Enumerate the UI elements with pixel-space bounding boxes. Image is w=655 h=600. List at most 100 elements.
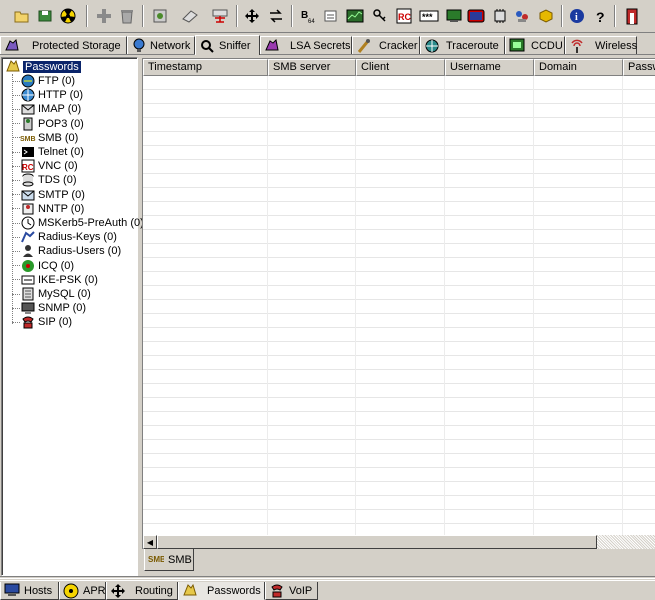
tree-item-label: ICQ (0)	[38, 259, 75, 272]
base64-icon[interactable]: B 64	[298, 6, 318, 26]
password-mask-icon[interactable]: ***	[419, 6, 439, 26]
tab-traceroute[interactable]: Traceroute	[420, 36, 505, 54]
passwords-icon	[182, 583, 198, 599]
display-icon[interactable]	[466, 6, 486, 26]
tree-item-radius-keys[interactable]: Radius-Keys (0)	[12, 230, 117, 244]
tab-lsa-secrets[interactable]: LSA Secrets	[260, 36, 352, 54]
tree-item-snmp[interactable]: SNMP (0)	[12, 301, 86, 315]
tree-item-smb[interactable]: SMB SMB (0)	[12, 131, 78, 145]
tab-label: SMB	[168, 553, 192, 566]
tree-root-passwords[interactable]: Passwords	[5, 59, 82, 74]
tab-label: APR	[83, 584, 106, 597]
grid-body[interactable]	[143, 76, 655, 536]
column-header-username[interactable]: Username	[445, 59, 534, 76]
tree-item-ike-psk[interactable]: IKE-PSK (0)	[12, 273, 98, 287]
column-header-domain[interactable]: Domain	[534, 59, 623, 76]
scroll-thumb[interactable]	[157, 535, 597, 549]
tree-item-http[interactable]: HTTP (0)	[12, 88, 83, 102]
network-user-icon[interactable]	[512, 6, 532, 26]
radiation-icon[interactable]	[58, 6, 78, 26]
connect-icon[interactable]	[180, 6, 200, 26]
info-icon[interactable]: i	[567, 6, 587, 26]
swap-icon[interactable]	[266, 6, 286, 26]
tab-smb[interactable]: SMB SMB	[144, 549, 194, 571]
tab-hosts[interactable]: Hosts	[0, 582, 59, 600]
key-icon[interactable]	[370, 6, 390, 26]
tree-item-label: Telnet (0)	[38, 146, 84, 158]
nntp-icon	[20, 202, 36, 216]
apr-icon	[63, 583, 79, 599]
svg-text:?: ?	[596, 9, 605, 24]
tree-item-label: IMAP (0)	[38, 103, 82, 116]
open-folder-icon[interactable]	[12, 6, 32, 26]
tab-wireless[interactable]: Wireless	[565, 36, 637, 54]
column-header-timestamp[interactable]: Timestamp	[143, 59, 268, 76]
tree-item-mskerb5-preauth[interactable]: MSKerb5-PreAuth (0)	[12, 216, 144, 230]
svg-text:SMB: SMB	[148, 555, 164, 564]
add-icon[interactable]	[94, 6, 114, 26]
vnc-icon[interactable]: RC	[394, 6, 414, 26]
tab-label: Wireless	[595, 39, 638, 52]
tree-item-tds[interactable]: TDS (0)	[12, 173, 77, 187]
certificate-icon[interactable]	[536, 6, 556, 26]
svg-text:i: i	[575, 12, 578, 23]
hash-icon[interactable]	[321, 6, 341, 26]
tree-item-label: SMB (0)	[38, 131, 79, 144]
save-icon[interactable]	[35, 6, 55, 26]
tds-icon	[20, 173, 36, 187]
tab-label: Traceroute	[446, 39, 499, 52]
tree-item-nntp[interactable]: NNTP (0)	[12, 202, 84, 216]
tree-item-smtp[interactable]: SMTP (0)	[12, 188, 85, 202]
network-icon[interactable]	[210, 6, 230, 26]
tab-label: Routing	[135, 584, 173, 597]
tree-item-label: Radius-Users (0)	[38, 245, 122, 258]
grid-header: Timestamp SMB server Client Username Dom…	[143, 59, 655, 76]
column-header-password[interactable]: Passwo	[623, 59, 655, 76]
tree-item-label: HTTP (0)	[38, 89, 84, 102]
hosts-icon	[4, 583, 20, 599]
tab-cracker[interactable]: Cracker	[352, 36, 420, 54]
column-header-smb-server[interactable]: SMB server	[268, 59, 356, 76]
scroll-track[interactable]	[597, 535, 655, 549]
routing-icon	[110, 583, 126, 599]
tree-item-mysql[interactable]: MySQL (0)	[12, 287, 91, 301]
tree-item-pop3[interactable]: POP3 (0)	[12, 117, 84, 131]
wireless-icon	[569, 38, 585, 54]
move-icon[interactable]	[242, 6, 262, 26]
tree-item-sip[interactable]: SIP (0)	[12, 315, 72, 329]
help-icon[interactable]: ?	[591, 6, 611, 26]
tab-routing[interactable]: Routing	[106, 582, 178, 600]
sip-icon	[20, 315, 36, 329]
scroll-left-button[interactable]: ◀	[143, 535, 157, 549]
tab-apr[interactable]: APR	[59, 582, 106, 600]
tree-item-imap[interactable]: IMAP (0)	[12, 102, 81, 116]
tab-voip[interactable]: VoIP	[265, 582, 318, 600]
tab-network[interactable]: Network	[127, 36, 195, 54]
chart-icon[interactable]	[345, 6, 365, 26]
tab-ccdu[interactable]: CCDU	[505, 36, 565, 54]
cracker-icon	[356, 38, 372, 54]
column-header-client[interactable]: Client	[356, 59, 445, 76]
monitor-icon[interactable]	[444, 6, 464, 26]
sniffer-icon	[199, 38, 215, 54]
tree-item-label: VNC (0)	[38, 160, 78, 173]
ccdu-icon	[509, 38, 525, 54]
tree-item-icq[interactable]: ICQ (0)	[12, 259, 74, 273]
tab-passwords[interactable]: Passwords	[178, 582, 265, 600]
tree-item-radius-users[interactable]: Radius-Users (0)	[12, 244, 121, 258]
traceroute-icon	[424, 38, 440, 54]
tree-item-ftp[interactable]: FTP (0)	[12, 74, 75, 88]
chip-icon[interactable]	[490, 6, 510, 26]
tab-protected-storage[interactable]: Protected Storage	[0, 36, 127, 54]
tab-label: Passwords	[207, 584, 261, 597]
voip-icon	[269, 583, 285, 599]
horizontal-scrollbar[interactable]: ◀	[143, 535, 655, 549]
tree-item-vnc[interactable]: RC VNC (0)	[12, 159, 78, 173]
exit-icon[interactable]	[622, 6, 642, 26]
tab-sniffer[interactable]: Sniffer	[195, 35, 260, 55]
tab-label: Network	[150, 39, 191, 52]
delete-icon[interactable]	[117, 6, 137, 26]
tree-item-telnet[interactable]: Telnet (0)	[12, 145, 84, 159]
settings-icon[interactable]	[150, 6, 170, 26]
passwords-tree: Passwords FTP (0) HTTP (0) IMAP (0) POP3 (0…	[1, 57, 144, 576]
